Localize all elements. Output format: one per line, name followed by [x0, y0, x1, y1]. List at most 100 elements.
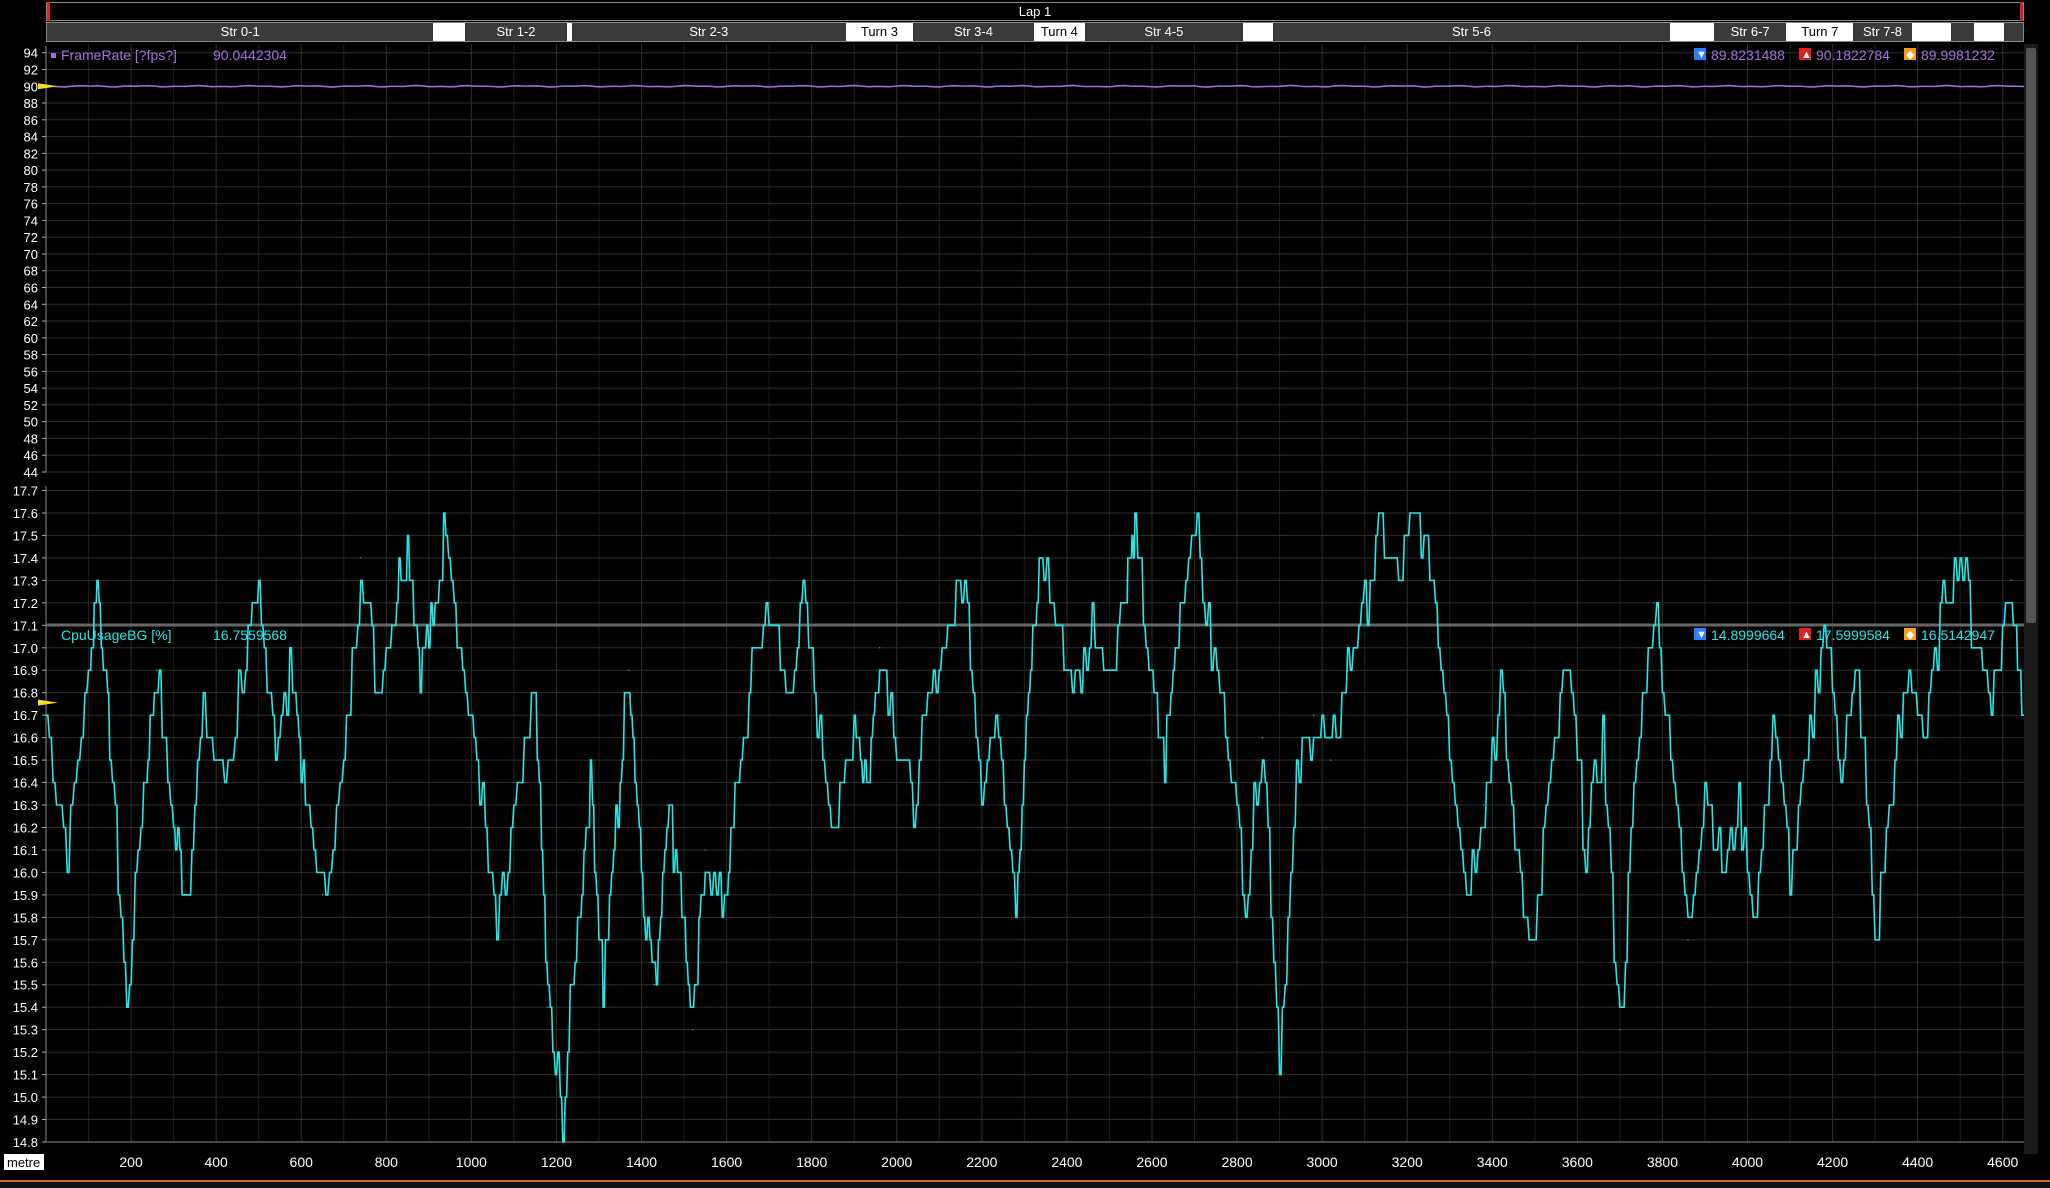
cpu-data-point [321, 894, 324, 896]
cpu-data-point [704, 849, 706, 851]
cpu-data-point [768, 602, 770, 604]
x-tick-label: 4000 [1732, 1154, 1763, 1170]
y-tick-label: 72 [24, 230, 38, 245]
cpu-data-point [202, 714, 204, 716]
cpu-data-point [1057, 624, 1059, 626]
y-tick-label: 16.2 [13, 820, 38, 835]
cpu-data-point [1721, 871, 1723, 874]
framerate-max-value: 90.1822784 [1816, 47, 1890, 63]
y-tick-label: 17.7 [13, 483, 38, 498]
cpu-data-point [360, 557, 362, 559]
cpu-data-point [615, 826, 617, 829]
y-tick-label: 17.0 [13, 641, 38, 656]
cpu-data-point [879, 647, 881, 649]
cpu-data-point [1534, 939, 1536, 941]
y-tick-label: 15.5 [13, 978, 38, 993]
cpu-data-point [836, 826, 838, 829]
window-bottom-edge [0, 1180, 2050, 1188]
cpu-data-point [1210, 647, 1213, 649]
cpu-max-value: 17.5999584 [1816, 627, 1890, 643]
cpu-min-arrow: ▼ [1696, 629, 1707, 641]
cpu-data-point [1517, 871, 1519, 874]
sector-5[interactable]: Str 3-4 [913, 23, 1034, 41]
y-tick-label: 66 [24, 281, 38, 296]
y-tick-label: 64 [24, 297, 38, 312]
cpu-data-point [691, 1029, 694, 1031]
cpu-data-point [751, 669, 753, 671]
framerate-stats: ▼ 89.8231488 ▲ 90.1822784 ◆ 89.9981232 [1694, 47, 1995, 63]
telemetry-plot[interactable]: 9492908886848280787674727068666462605856… [0, 42, 2024, 1180]
x-tick-label: 2200 [966, 1154, 997, 1170]
scrollbar-thumb[interactable] [2026, 48, 2036, 623]
cpu-data-point [1806, 759, 1808, 761]
cpu-avg-glyph: ◆ [1906, 629, 1915, 641]
cpu-data-point [258, 602, 260, 604]
y-tick-label: 44 [24, 465, 38, 480]
sector-4[interactable]: Turn 3 [845, 23, 914, 41]
vertical-scrollbar[interactable] [2024, 44, 2038, 1154]
sector-7[interactable]: Str 4-5 [1084, 23, 1243, 41]
cpu-data-point [896, 737, 898, 739]
sector-1[interactable] [433, 23, 465, 41]
y-tick-label: 15.8 [13, 910, 38, 925]
cpu-data-point [1415, 512, 1417, 514]
y-tick-label: 92 [24, 62, 38, 77]
sector-12[interactable]: Turn 7 [1786, 23, 1854, 41]
y-tick-label: 16.5 [13, 753, 38, 768]
sector-8[interactable] [1242, 23, 1273, 41]
framerate-min-value: 89.8231488 [1711, 47, 1785, 63]
sector-13[interactable]: Str 7-8 [1853, 23, 1912, 41]
sector-15[interactable] [1951, 23, 1975, 41]
cpu-data-point [155, 669, 158, 671]
y-tick-label: 80 [24, 163, 38, 178]
framerate-min-arrow: ▼ [1696, 49, 1707, 61]
cpu-data-point [1432, 579, 1434, 581]
cpu-legend-label: CpuUsageBG [%] [61, 627, 172, 643]
cpu-data-point [1091, 624, 1094, 626]
y-tick-label: 86 [24, 113, 38, 128]
y-tick-label: 68 [24, 264, 38, 279]
cpu-data-point [1381, 534, 1383, 537]
cpu-data-point [1908, 669, 1910, 671]
x-tick-label: 1800 [796, 1154, 827, 1170]
cpu-data-point [1134, 534, 1136, 537]
sector-10[interactable] [1670, 23, 1715, 41]
cpu-data-point [419, 669, 421, 671]
lap-bar[interactable]: Lap 1 [46, 2, 2024, 21]
cpu-data-point [432, 624, 434, 626]
sector-17[interactable] [2004, 23, 2023, 41]
cpu-data-point [1151, 692, 1153, 694]
cpu-data-point [1398, 579, 1400, 581]
x-tick-label: 3000 [1307, 1154, 1338, 1170]
cpu-data-point [1449, 737, 1451, 739]
y-tick-label: 17.1 [13, 618, 38, 633]
cpu-data-point [853, 714, 855, 716]
sector-16[interactable] [1974, 23, 2005, 41]
cpu-data-point [1959, 557, 1961, 559]
framerate-legend: FrameRate [?fps?] 90.0442304 [51, 47, 287, 63]
y-tick-label: 50 [24, 415, 38, 430]
x-tick-label: 2000 [881, 1154, 912, 1170]
sector-11[interactable]: Str 6-7 [1714, 23, 1787, 41]
y-tick-label: 17.2 [13, 596, 38, 611]
cpu-data-point [562, 1118, 564, 1121]
cpu-data-point [1313, 714, 1315, 716]
cpu-data-point [981, 781, 983, 784]
sector-3[interactable]: Str 2-3 [571, 23, 846, 41]
cpu-data-point [2010, 579, 2012, 581]
x-tick-label: 2400 [1051, 1154, 1082, 1170]
sector-2[interactable]: Str 1-2 [464, 23, 568, 41]
cpu-data-point [1568, 669, 1570, 671]
sector-6[interactable]: Turn 4 [1033, 23, 1085, 41]
y-tick-label: 16.3 [13, 798, 38, 813]
x-tick-label: 4400 [1902, 1154, 1933, 1170]
sector-14[interactable] [1911, 23, 1951, 41]
cpu-data-point [547, 1006, 549, 1008]
sector-0[interactable]: Str 0-1 [47, 23, 434, 41]
sector-bar[interactable]: Str 0-1 Str 1-2 Str 2-3 Turn 3 Str 3-4 Turn 4… [46, 22, 2024, 42]
y-tick-label: 60 [24, 331, 38, 346]
sector-9[interactable]: Str 5-6 [1273, 23, 1671, 41]
cpu-data-point [109, 737, 111, 739]
framerate-cursor-value: 90.0442304 [213, 47, 287, 63]
lap-end-marker[interactable] [2020, 2, 2023, 21]
